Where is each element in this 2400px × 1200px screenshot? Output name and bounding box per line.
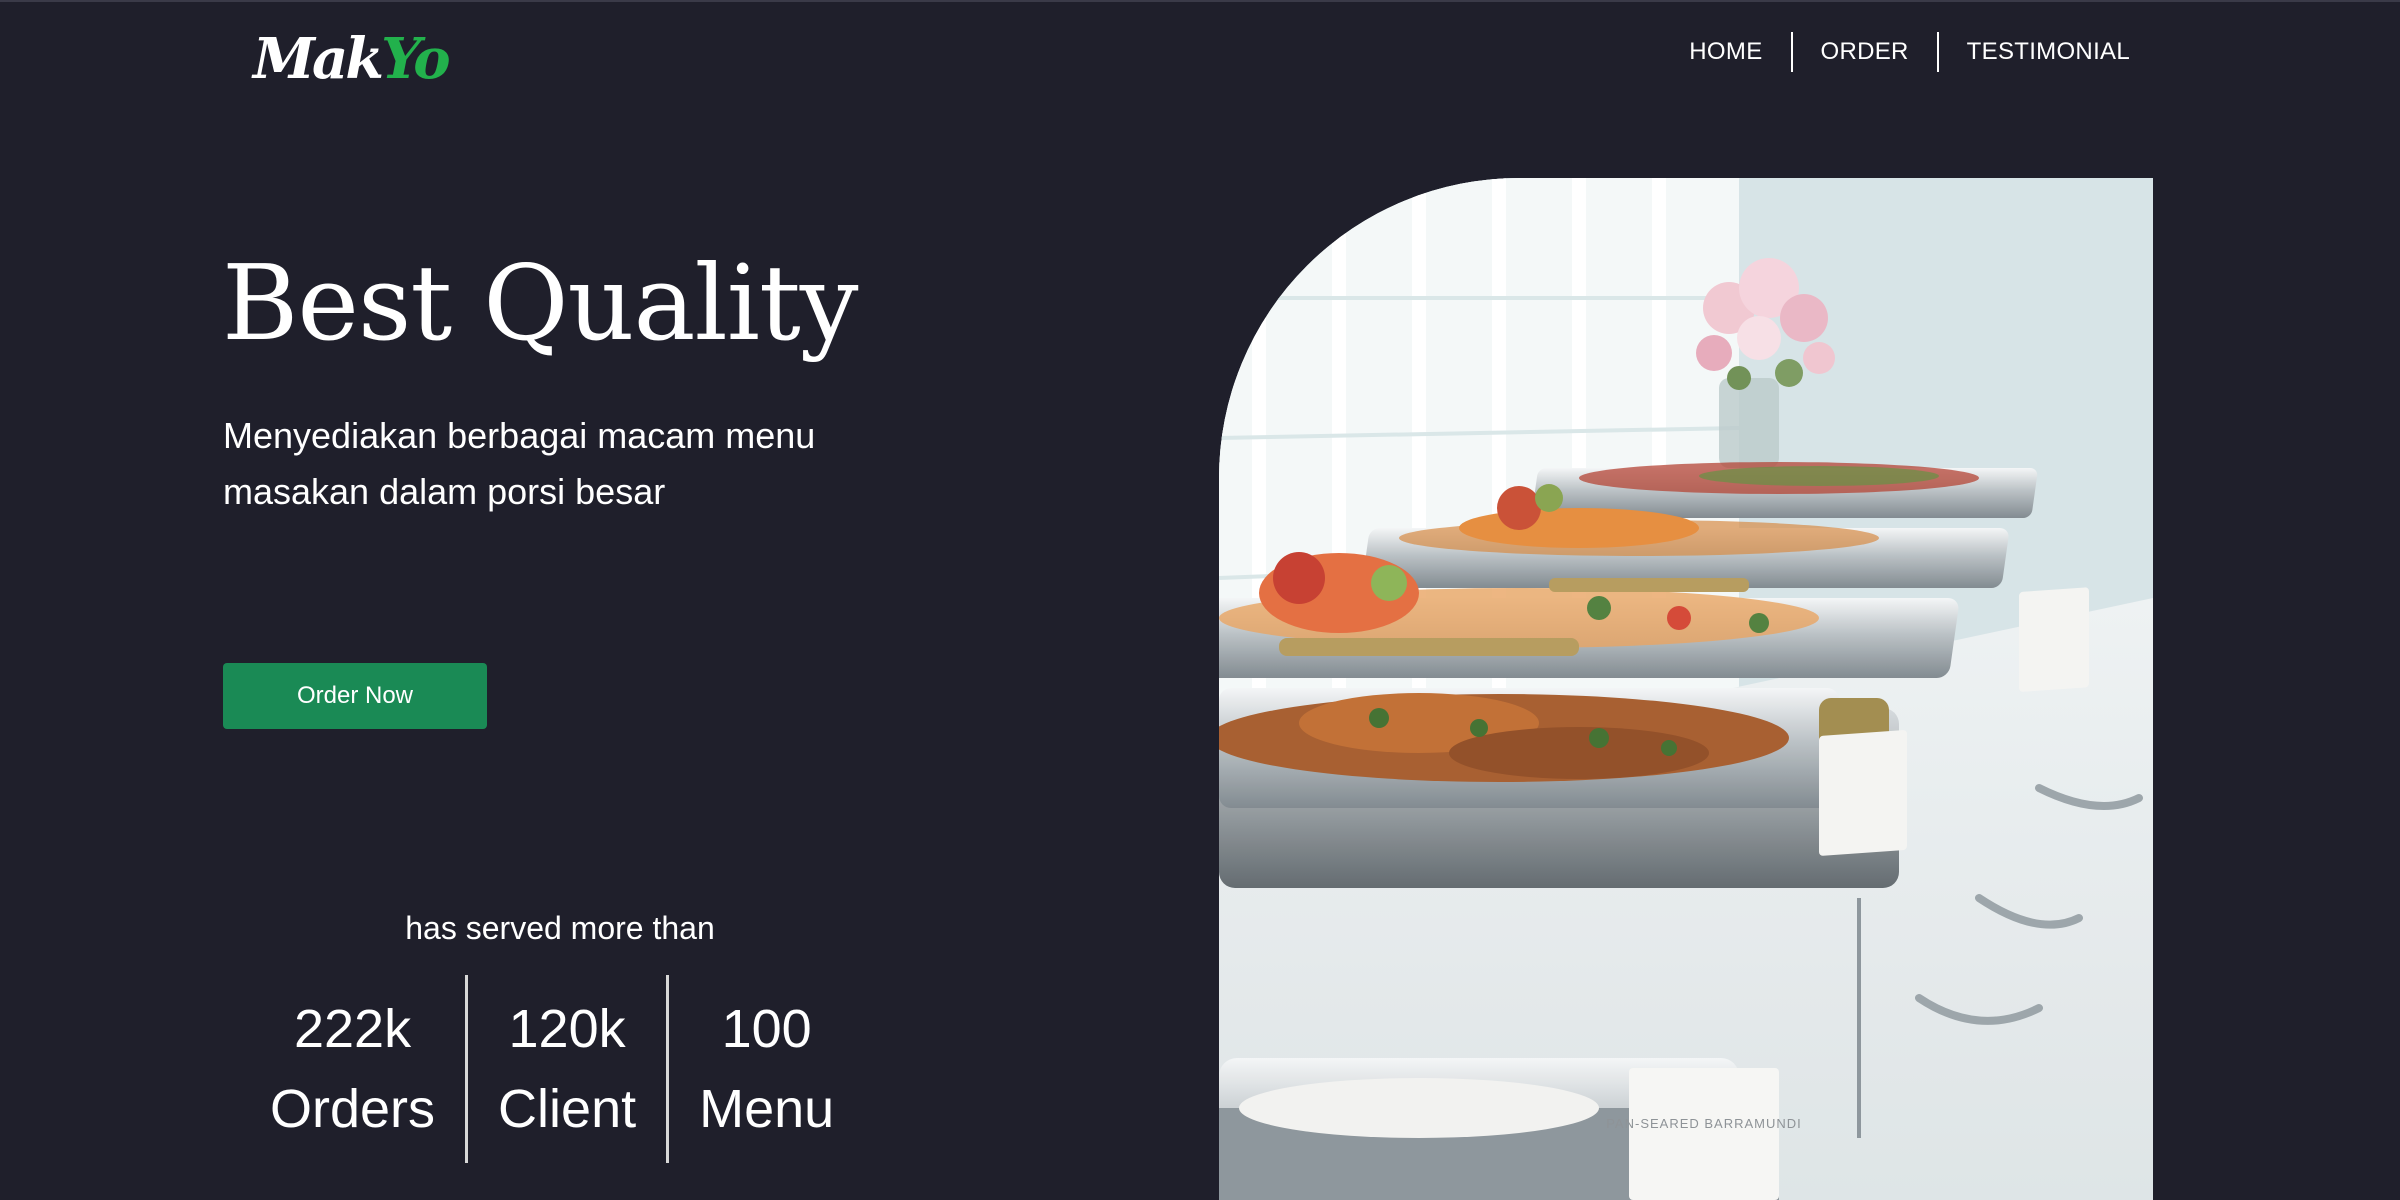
stat-menu: 100 Menu [669,975,864,1163]
brand-logo[interactable]: Mak Yo [253,24,451,94]
stat-label: Client [498,1079,637,1139]
stat-value: 100 [721,999,812,1059]
stat-value: 222k [293,999,412,1059]
stats-row: 222k Orders 120k Client 100 Menu [240,975,864,1163]
hero-subtitle: Menyediakan berbagai macam menu masakan … [223,415,816,512]
nav-item-home[interactable]: HOME [1661,32,1790,72]
stat-orders: 222k Orders [240,975,465,1163]
main-nav: HOME ORDER TESTIMONIAL [1661,32,2130,72]
logo-text-primary: Mak [253,26,384,92]
stat-client: 120k Client [468,975,666,1163]
buffet-illustration: PAN-SEARED BARRAMUNDI [1219,178,2153,1200]
logo-text-accent: Yo [381,26,450,92]
order-now-button[interactable]: Order Now [223,663,487,729]
stat-value: 120k [508,999,626,1059]
landing-page: Mak Yo HOME ORDER TESTIMONIAL Best Qualit… [0,0,2400,1200]
hero-title: Best Quality [222,242,859,364]
nav-item-testimonial[interactable]: TESTIMONIAL [1939,32,2130,72]
hero-image-buffet: PAN-SEARED BARRAMUNDI [1219,178,2153,1200]
stat-label: Orders [270,1079,436,1139]
stat-label: Menu [699,1079,835,1139]
nav-item-order[interactable]: ORDER [1793,32,1937,72]
stats-intro: has served more than [405,910,715,946]
top-border [0,0,2400,2]
